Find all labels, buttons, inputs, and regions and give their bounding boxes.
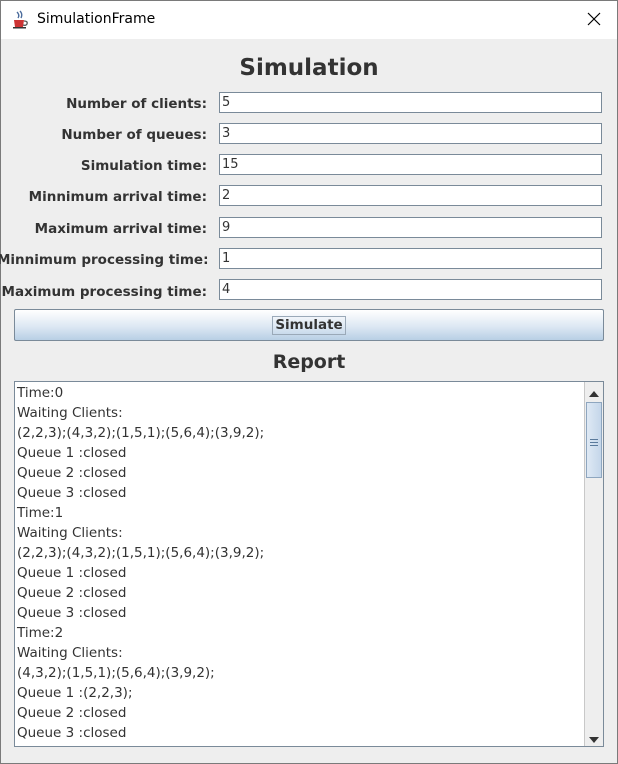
report-line: (4,3,2);(1,5,1);(5,6,4);(3,9,2); — [17, 665, 215, 681]
simulation-time-input[interactable]: 15 — [219, 154, 602, 175]
window-title: SimulationFrame — [37, 11, 156, 27]
report-line: Waiting Clients: — [17, 645, 123, 661]
report-line: (2,2,3);(4,3,2);(1,5,1);(5,6,4);(3,9,2); — [17, 425, 265, 441]
report-text-area[interactable]: Time:0 Waiting Clients: (2,2,3);(4,3,2);… — [14, 381, 604, 747]
report-line: Queue 1 :closed — [17, 445, 127, 461]
report-line: Time:0 — [17, 385, 64, 401]
report-line: Waiting Clients: — [17, 525, 123, 541]
report-line: Queue 3 :closed — [17, 725, 127, 741]
max-arrival-time-input[interactable]: 9 — [219, 217, 602, 238]
arrow-up-icon — [589, 382, 599, 401]
scroll-down-button[interactable] — [585, 728, 603, 746]
content-pane: Simulation Number of clients: 5 Number o… — [0, 39, 617, 763]
max-processing-time-input[interactable]: 4 — [219, 279, 602, 300]
label-number-of-queues: Number of queues: — [61, 127, 207, 143]
report-line: Queue 3 :closed — [17, 605, 127, 621]
report-line: Queue 2 :closed — [17, 465, 127, 481]
label-simulation-time: Simulation time: — [80, 158, 207, 174]
report-line: Queue 2 :closed — [17, 705, 127, 721]
simulate-button-label: Simulate — [272, 315, 346, 335]
report-line: Queue 3 :closed — [17, 485, 127, 501]
label-min-processing-time: Minnimum processing time: — [0, 252, 209, 268]
report-line: Queue 1 :(2,2,3); — [17, 685, 133, 701]
min-arrival-time-input[interactable]: 2 — [219, 185, 602, 206]
report-line: (2,2,3);(4,3,2);(1,5,1);(5,6,4);(3,9,2); — [17, 545, 265, 561]
label-max-arrival-time: Maximum arrival time: — [34, 221, 207, 237]
report-content: Time:0 Waiting Clients: (2,2,3);(4,3,2);… — [17, 383, 582, 743]
java-cup-icon — [11, 10, 31, 30]
grip-icon — [590, 431, 598, 450]
report-line: Queue 2 :closed — [17, 585, 127, 601]
close-button[interactable] — [571, 1, 617, 39]
scroll-up-button[interactable] — [585, 382, 603, 400]
label-number-of-clients: Number of clients: — [66, 96, 207, 112]
report-scrollbar[interactable] — [584, 382, 603, 746]
report-line: Waiting Clients: — [17, 405, 123, 421]
report-heading: Report — [272, 351, 346, 373]
simulation-window: SimulationFrame Simulation Number of cli… — [0, 0, 618, 764]
simulate-button[interactable]: Simulate — [14, 309, 604, 341]
page-title: Simulation — [239, 55, 379, 81]
arrow-down-icon — [589, 728, 599, 747]
close-icon — [587, 11, 601, 30]
label-min-arrival-time: Minnimum arrival time: — [28, 189, 207, 205]
report-line: Time:1 — [17, 505, 64, 521]
number-of-queues-input[interactable]: 3 — [219, 123, 602, 144]
report-line: Time:2 — [17, 625, 64, 641]
report-line: Queue 1 :closed — [17, 565, 127, 581]
title-bar[interactable]: SimulationFrame — [1, 1, 617, 39]
scroll-thumb[interactable] — [586, 402, 602, 478]
label-max-processing-time: Maximum processing time: — [1, 284, 207, 300]
min-processing-time-input[interactable]: 1 — [219, 248, 602, 269]
number-of-clients-input[interactable]: 5 — [219, 92, 602, 113]
